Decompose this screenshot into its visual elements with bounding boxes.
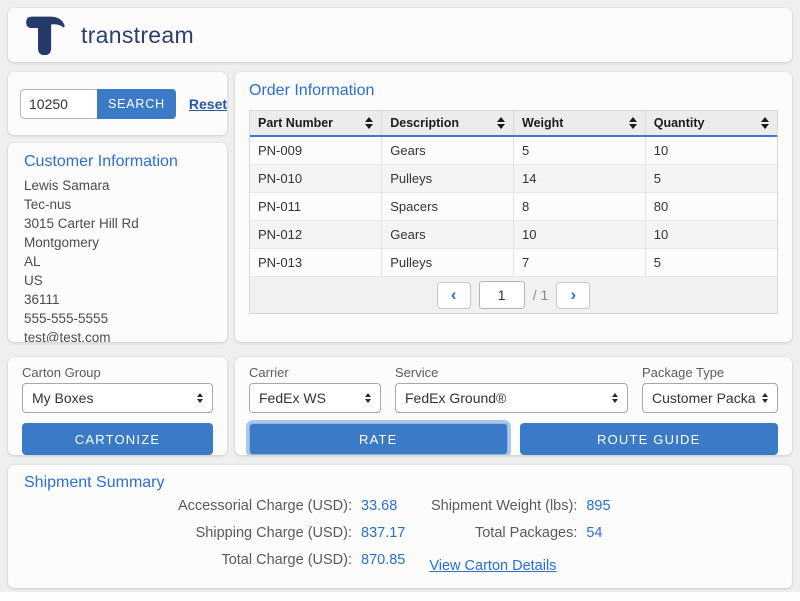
table-row: PN-011Spacers 880: [250, 193, 777, 221]
column-header-description[interactable]: Description: [382, 111, 514, 136]
customer-country: US: [24, 271, 211, 290]
select-arrows-icon: [365, 393, 371, 403]
next-page-button[interactable]: ›: [556, 282, 590, 309]
shipping-charge-value: 837.17: [361, 525, 405, 541]
prev-page-button[interactable]: ‹: [437, 282, 471, 309]
customer-zip: 36111: [24, 290, 211, 309]
carton-group-select[interactable]: My Boxes: [22, 383, 213, 413]
column-header-weight[interactable]: Weight: [514, 111, 646, 136]
order-number-input[interactable]: [20, 89, 97, 119]
customer-phone: 555-555-5555: [24, 309, 211, 328]
sort-icon[interactable]: [365, 117, 373, 129]
search-button[interactable]: SEARCH: [97, 89, 176, 119]
customer-name: Lewis Samara: [24, 176, 211, 195]
table-row: PN-013Pulleys 75: [250, 249, 777, 277]
summary-row-accessorial: Accessorial Charge (USD): 33.68: [24, 498, 405, 525]
customer-email: test@test.com: [24, 328, 211, 342]
column-header-part-number[interactable]: Part Number: [250, 111, 382, 136]
rate-button[interactable]: RATE: [249, 423, 508, 455]
order-information-panel: Order Information Part Number Descriptio…: [235, 72, 792, 342]
table-row: PN-010Pulleys 145: [250, 165, 777, 193]
select-arrows-icon: [612, 393, 618, 403]
service-select[interactable]: FedEx Ground®: [395, 383, 628, 413]
page-number-input[interactable]: [479, 281, 525, 309]
service-label: Service: [395, 365, 628, 380]
order-information-title: Order Information: [249, 82, 778, 100]
shipment-summary-panel: Shipment Summary Accessorial Charge (USD…: [8, 465, 792, 588]
chevron-right-icon: ›: [570, 286, 576, 303]
package-type-select[interactable]: Customer Package: [642, 383, 778, 413]
pagination-bar: ‹ / 1 ›: [250, 277, 777, 313]
carton-group-label: Carton Group: [22, 365, 213, 380]
sort-icon[interactable]: [629, 117, 637, 129]
customer-state: AL: [24, 252, 211, 271]
page-count-label: / 1: [533, 287, 549, 303]
order-items-table: Part Number Description Weight Quan: [249, 110, 778, 314]
customer-city: Montgomery: [24, 233, 211, 252]
view-carton-details-link[interactable]: View Carton Details: [429, 558, 556, 574]
customer-street: 3015 Carter Hill Rd: [24, 214, 211, 233]
total-charge-value: 870.85: [361, 552, 405, 568]
reset-link[interactable]: Reset: [189, 96, 227, 112]
summary-row-shipping: Shipping Charge (USD): 837.17: [24, 525, 405, 552]
sort-icon[interactable]: [497, 117, 505, 129]
select-arrows-icon: [197, 393, 203, 403]
package-type-label: Package Type: [642, 365, 778, 380]
transtream-logo-icon: [24, 13, 66, 57]
customer-information-panel: Customer Information Lewis Samara Tec-nu…: [8, 143, 227, 342]
customer-company: Tec-nus: [24, 195, 211, 214]
logo-wordmark: transtream: [81, 22, 194, 49]
select-arrows-icon: [762, 393, 768, 403]
carton-group-panel: Carton Group My Boxes CARTONIZE: [8, 357, 227, 455]
accessorial-charge-value: 33.68: [361, 498, 397, 514]
table-row: PN-012Gears 1010: [250, 221, 777, 249]
cartonize-button[interactable]: CARTONIZE: [22, 423, 213, 455]
summary-row-packages: Total Packages: 54: [429, 525, 776, 552]
shipment-summary-title: Shipment Summary: [24, 474, 776, 492]
total-packages-value: 54: [586, 525, 602, 541]
order-search-panel: SEARCH Reset: [8, 72, 227, 135]
sort-icon[interactable]: [761, 117, 769, 129]
table-row: PN-009Gears 510: [250, 136, 777, 165]
carrier-select[interactable]: FedEx WS: [249, 383, 381, 413]
carrier-label: Carrier: [249, 365, 381, 380]
customer-information-title: Customer Information: [24, 153, 211, 171]
table-header-row: Part Number Description Weight Quan: [250, 111, 777, 136]
route-guide-button[interactable]: ROUTE GUIDE: [520, 423, 779, 455]
footer-strip: [0, 592, 800, 601]
app-header: transtream: [8, 8, 792, 62]
transtream-app: transtream SEARCH Reset Customer Informa…: [0, 0, 800, 601]
column-header-quantity[interactable]: Quantity: [645, 111, 777, 136]
shipment-weight-value: 895: [586, 498, 610, 514]
summary-row-weight: Shipment Weight (lbs): 895: [429, 498, 776, 525]
chevron-left-icon: ‹: [451, 286, 457, 303]
rating-panel: Carrier FedEx WS Service FedEx Ground® P…: [235, 357, 792, 455]
summary-row-total-charge: Total Charge (USD): 870.85: [24, 552, 405, 579]
